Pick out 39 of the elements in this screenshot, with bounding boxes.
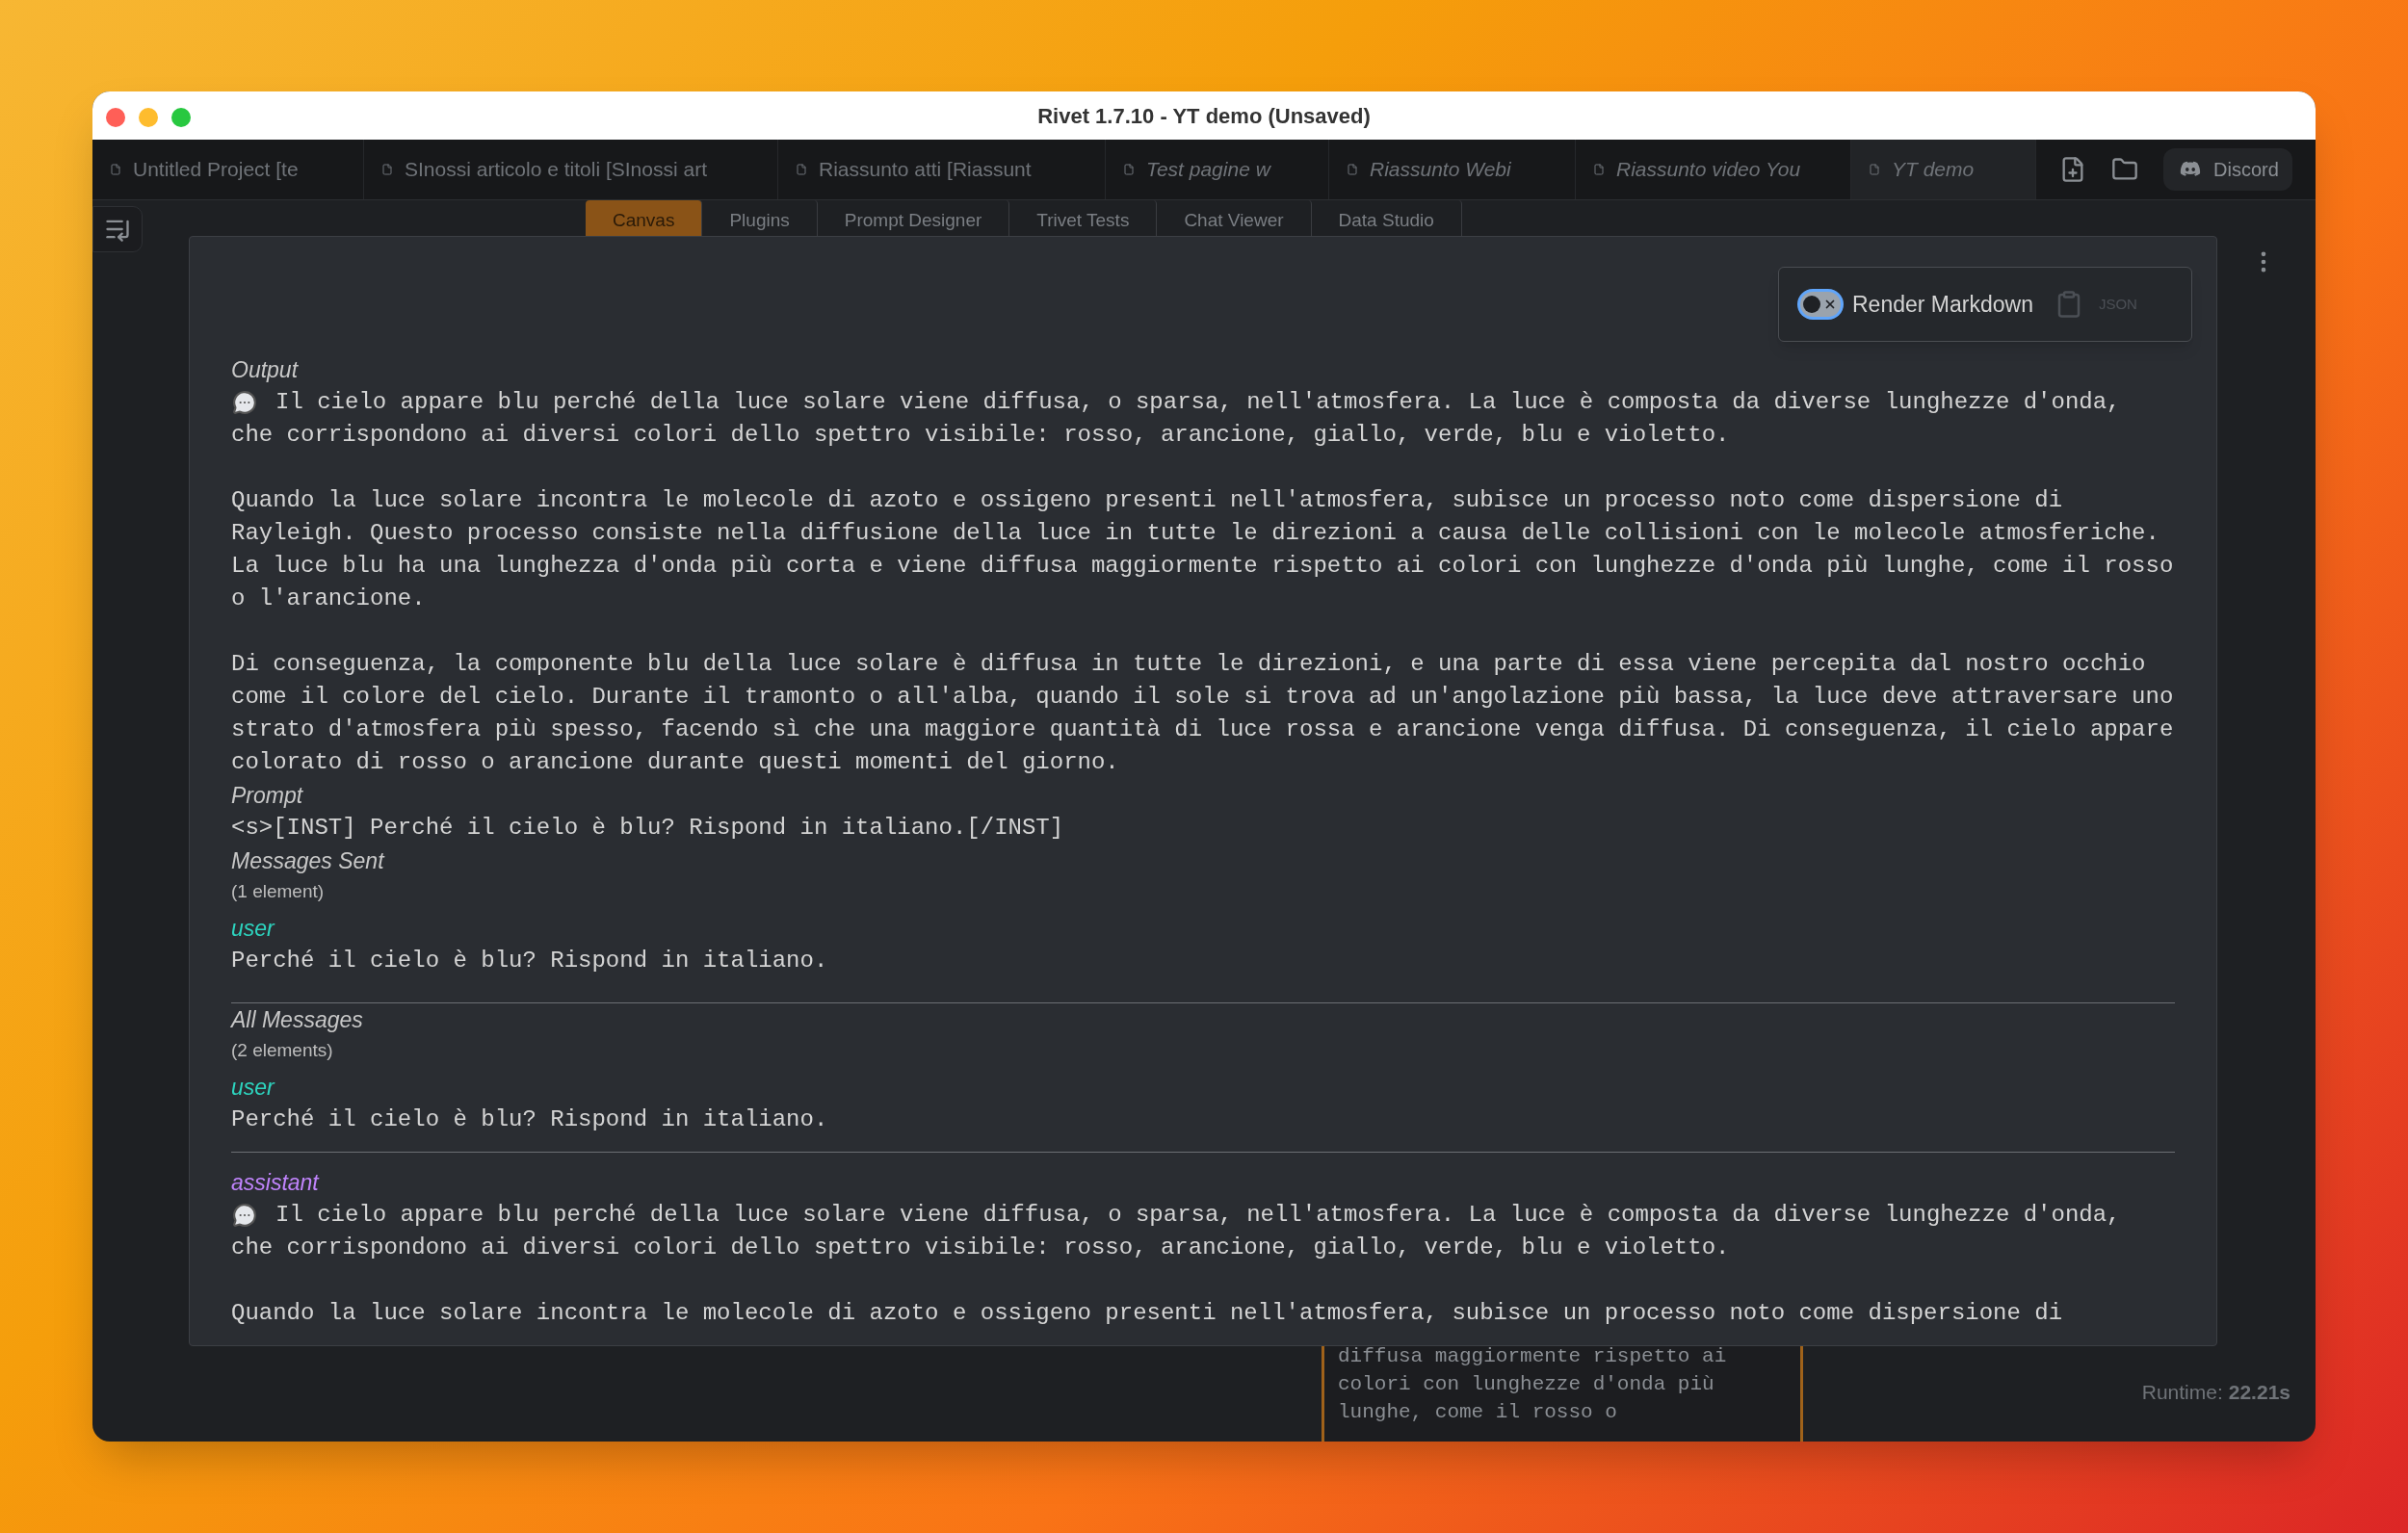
message-role: user [231, 1074, 276, 1102]
message-role: user [231, 915, 276, 943]
discord-button[interactable]: Discord [2163, 148, 2292, 191]
section-label: Output [231, 356, 300, 384]
file-icon [1123, 164, 1135, 175]
output-text: Perché il cielo è blu? Rispond in italiano. [231, 947, 829, 975]
window-title: Rivet 1.7.10 - YT demo (Unsaved) [1037, 102, 1371, 130]
node-text-line: diffusa maggiormente rispetto ai [1338, 1344, 1727, 1369]
node-text-line: colori con lunghezze d'onda più [1338, 1372, 1714, 1397]
node-text-line: lunghe, come il rosso o [1338, 1400, 1617, 1425]
toggle-label: Render Markdown [1852, 290, 2033, 319]
close-button[interactable] [106, 108, 125, 127]
message-role: assistant [231, 1169, 321, 1197]
section-label: Prompt [231, 782, 304, 810]
output-text: <s>[INST] Perché il cielo è blu? Rispond in italiano.[/INST] [231, 814, 1065, 843]
output-text: Perché il cielo è blu? Rispond in italiano. [231, 1105, 829, 1134]
output-text: Il cielo appare blu perché della luce solare viene diffusa, o sparsa, nell'atmosfera. La luce è composta da diverse lunghezze d'onda, che corrispondono ai diversi colori dello spettro visibile: rosso, arancione, giallo, verde, blu e violetto. [231, 1201, 2122, 1262]
file-icon [1593, 164, 1605, 175]
view-tab[interactable]: Canvas [586, 200, 703, 236]
section-label: Messages Sent [231, 847, 386, 875]
file-icon [110, 164, 121, 175]
output-text: Quando la luce solare incontra le molecole di azoto e ossigeno presenti nell'atmosfera, subisce un processo noto come dispersione di Rayleigh. Questo processo consiste nella diffusione della luce in tutte le direzioni a causa delle collisioni con le molecole atmosferiche. La luce blu ha una lunghezza d'onda più corta e viene diffusa maggiormente rispetto ai colori con lunghezze d'onda più lunghe, come il rosso o l'arancione. [231, 486, 2175, 613]
element-count: (2 elements) [231, 1039, 334, 1062]
markdown-toggle[interactable] [1800, 292, 1841, 317]
sidebar-toggle[interactable] [92, 206, 143, 252]
element-count: (1 element) [231, 880, 326, 903]
runtime-value: 22.21s [2228, 1379, 2290, 1405]
output-text: Quando la luce solare incontra le molecole di azoto e ossigeno presenti nell'atmosfera, subisce un processo noto come dispersione di [231, 1299, 2064, 1328]
file-icon [381, 164, 393, 175]
file-icon [1347, 164, 1358, 175]
project-tab[interactable]: YT demo [1851, 140, 2036, 199]
section-label: All Messages [231, 1006, 364, 1034]
runtime-label: Runtime: [2141, 1379, 2223, 1405]
close-icon [1823, 298, 1837, 311]
file-icon [796, 164, 807, 175]
file-icon [1869, 164, 1880, 175]
folder-icon[interactable] [2111, 156, 2138, 183]
output-text: Il cielo appare blu perché della luce solare viene diffusa, o sparsa, nell'atmosfera. La luce è composta da diverse lunghezze d'onda, che corrispondono ai diversi colori dello spettro visibile: rosso, arancione, giallo, verde, blu e violetto. [231, 388, 2122, 450]
output-text: Di conseguenza, la componente blu della luce solare è diffusa in tutte le direzioni, e una parte di essa viene percepita dal nostro occhio come il colore del cielo. Durante il tramonto o all'alba, quando il sole si trova ad un'angolazione più bassa, la luce deve attraversare uno strato d'atmosfera più spesso, facendo sì che una maggiore quantità di luce rossa e arancione venga diffusa. Di conseguenza, il cielo appare colorato di rosso o arancione durante questi momenti del giorno. [231, 650, 2175, 777]
